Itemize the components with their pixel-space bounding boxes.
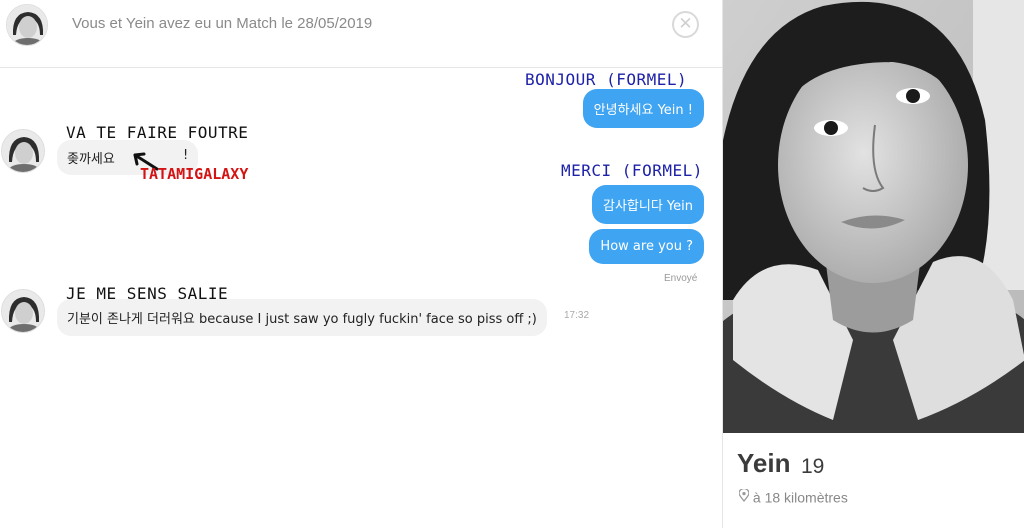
incoming-message-1-trailing: ! xyxy=(183,148,189,163)
message-time: 17:32 xyxy=(564,310,590,321)
avatar-photo-icon xyxy=(7,5,47,45)
location-pin-icon xyxy=(738,488,753,505)
avatar-photo-icon xyxy=(2,130,44,172)
annotation-merci: MERCI (FORMEL) xyxy=(561,161,703,180)
sender-avatar-2[interactable] xyxy=(1,289,45,333)
profile-age: 19 xyxy=(801,455,825,478)
profile-photo-image xyxy=(723,0,1024,433)
incoming-message-1-text: 좆까세요 xyxy=(67,152,115,167)
outgoing-message-1: 안녕하세요 Yein ! xyxy=(582,89,704,128)
outgoing-message-3: How are you ? xyxy=(589,229,704,264)
profile-distance-text: à 18 kilomètres xyxy=(752,489,848,506)
match-info-text: Vous et Yein avez eu un Match le 28/05/2… xyxy=(72,15,373,32)
match-avatar[interactable] xyxy=(6,4,48,46)
profile-name: Yein xyxy=(737,448,791,478)
avatar-photo-icon xyxy=(2,290,44,332)
chat-pane: Vous et Yein avez eu un Match le 28/05/2… xyxy=(0,0,722,528)
profile-photo[interactable] xyxy=(723,0,1024,433)
sent-status: Envoyé xyxy=(664,273,698,284)
incoming-message-2: 기분이 존나게 더러워요 because I just saw yo fugly… xyxy=(57,299,547,336)
watermark-text: TATAMIGALAXY xyxy=(140,165,249,183)
profile-pane: Yein 19 à 18 kilomètres xyxy=(722,0,1024,528)
annotation-bonjour: BONJOUR (FORMEL) xyxy=(525,70,688,89)
profile-distance: à 18 kilomètres xyxy=(738,488,848,506)
close-icon[interactable]: ✕ xyxy=(672,11,699,38)
chat-header: Vous et Yein avez eu un Match le 28/05/2… xyxy=(0,0,722,68)
outgoing-message-2: 감사합니다 Yein xyxy=(592,185,704,224)
sender-avatar-1[interactable] xyxy=(1,129,45,173)
